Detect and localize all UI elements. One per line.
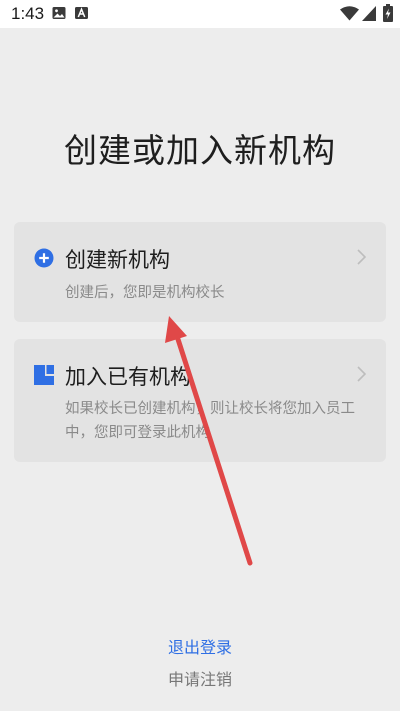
join-organization-title: 加入已有机构 bbox=[65, 365, 191, 389]
status-time: 1:43 bbox=[11, 4, 45, 23]
battery-charging-icon bbox=[383, 4, 393, 22]
chevron-right-icon bbox=[357, 249, 366, 265]
font-a-icon bbox=[75, 7, 88, 19]
wifi-icon bbox=[340, 6, 359, 21]
plus-circle-icon bbox=[34, 248, 54, 268]
logout-link[interactable]: 退出登录 bbox=[0, 634, 400, 658]
create-organization-title: 创建新机构 bbox=[65, 248, 170, 272]
join-organization-card[interactable]: 加入已有机构 如果校长已创建机构，则让校长将您加入员工中，您即可登录此机构 bbox=[14, 339, 386, 462]
create-organization-description: 创建后，您即是机构校长 bbox=[65, 285, 225, 301]
create-organization-card[interactable]: 创建新机构 创建后，您即是机构校长 bbox=[14, 222, 386, 322]
image-icon bbox=[52, 7, 66, 19]
building-icon bbox=[34, 365, 54, 385]
cancel-account-link[interactable]: 申请注销 bbox=[0, 666, 400, 690]
status-bar: 1:43 bbox=[0, 0, 400, 28]
chevron-right-icon bbox=[357, 366, 366, 382]
signal-icon bbox=[362, 6, 376, 21]
page-title: 创建或加入新机构 bbox=[64, 131, 336, 170]
join-organization-description: 如果校长已创建机构，则让校长将您加入员工中，您即可登录此机构 bbox=[65, 401, 355, 441]
